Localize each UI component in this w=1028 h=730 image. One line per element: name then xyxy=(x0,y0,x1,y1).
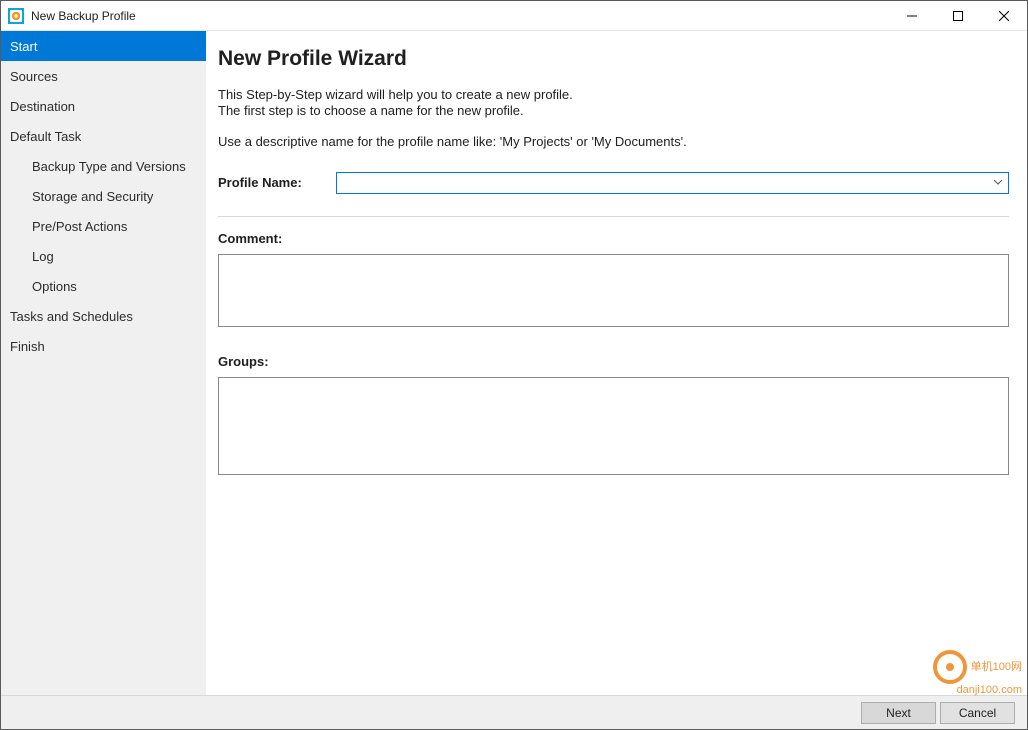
cancel-button[interactable]: Cancel xyxy=(940,702,1015,724)
button-label: Cancel xyxy=(959,706,996,720)
nav-pre-post-actions[interactable]: Pre/Post Actions xyxy=(1,211,206,241)
page-desc-2: The first step is to choose a name for t… xyxy=(218,103,1009,119)
close-button[interactable] xyxy=(981,1,1027,31)
profile-name-input[interactable] xyxy=(336,172,1009,194)
maximize-button[interactable] xyxy=(935,1,981,31)
nav-backup-type[interactable]: Backup Type and Versions xyxy=(1,151,206,181)
nav-start[interactable]: Start xyxy=(1,31,206,61)
nav-label: Log xyxy=(32,249,54,264)
page-desc-1: This Step-by-Step wizard will help you t… xyxy=(218,87,1009,103)
nav-finish[interactable]: Finish xyxy=(1,331,206,361)
nav-label: Storage and Security xyxy=(32,189,153,204)
nav-label: Start xyxy=(10,39,37,54)
minimize-button[interactable] xyxy=(889,1,935,31)
comment-label: Comment: xyxy=(218,231,1009,246)
wizard-content: New Profile Wizard This Step-by-Step wiz… xyxy=(206,31,1027,695)
nav-label: Sources xyxy=(10,69,58,84)
window-title: New Backup Profile xyxy=(31,9,136,23)
nav-destination[interactable]: Destination xyxy=(1,91,206,121)
page-desc-3: Use a descriptive name for the profile n… xyxy=(218,134,1009,150)
nav-label: Finish xyxy=(10,339,45,354)
profile-name-label: Profile Name: xyxy=(218,175,336,190)
groups-label: Groups: xyxy=(218,354,1009,369)
page-heading: New Profile Wizard xyxy=(218,47,1009,71)
nav-default-task[interactable]: Default Task xyxy=(1,121,206,151)
next-button[interactable]: Next xyxy=(861,702,936,724)
button-label: Next xyxy=(886,706,911,720)
nav-log[interactable]: Log xyxy=(1,241,206,271)
titlebar: New Backup Profile xyxy=(1,1,1027,31)
nav-label: Pre/Post Actions xyxy=(32,219,127,234)
nav-storage-security[interactable]: Storage and Security xyxy=(1,181,206,211)
nav-label: Destination xyxy=(10,99,75,114)
nav-options[interactable]: Options xyxy=(1,271,206,301)
wizard-footer: Next Cancel xyxy=(1,695,1027,729)
comment-input[interactable] xyxy=(218,254,1009,327)
wizard-sidebar: Start Sources Destination Default Task B… xyxy=(1,31,206,695)
nav-label: Backup Type and Versions xyxy=(32,159,186,174)
nav-label: Default Task xyxy=(10,129,81,144)
nav-label: Tasks and Schedules xyxy=(10,309,133,324)
nav-sources[interactable]: Sources xyxy=(1,61,206,91)
nav-label: Options xyxy=(32,279,77,294)
nav-tasks-schedules[interactable]: Tasks and Schedules xyxy=(1,301,206,331)
divider xyxy=(218,216,1009,217)
groups-box[interactable] xyxy=(218,377,1009,475)
app-icon xyxy=(8,8,24,24)
